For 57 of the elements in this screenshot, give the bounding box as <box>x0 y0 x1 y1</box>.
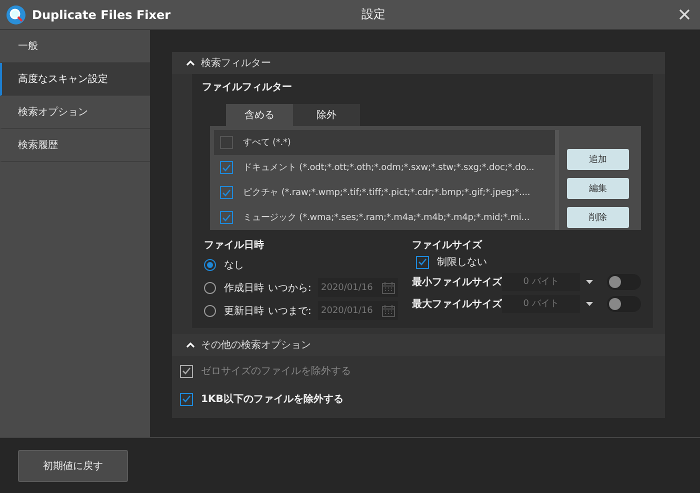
section-title: その他の検索オプション <box>201 338 311 352</box>
reset-button[interactable]: 初期値に戻す <box>18 450 128 482</box>
file-type-row[interactable]: ミュージック (*.wma;*.ses;*.ram;*.m4a;*.m4b;*.m4p;*.mid;*.mi... <box>214 205 555 230</box>
close-icon <box>679 9 690 20</box>
chevron-up-icon[interactable] <box>186 60 195 66</box>
size-label: 最大ファイルサイズ <box>412 298 502 310</box>
dropdown-caret-icon[interactable] <box>586 280 593 284</box>
checkbox[interactable] <box>220 161 233 174</box>
filter-action-button[interactable]: 編集 <box>567 178 629 199</box>
file-type-label: ピクチャ (*.raw;*.wmp;*.tif;*.tiff;*.pict;*.cdr;*.bmp;*.gif;*.jpeg;*.... <box>243 186 530 199</box>
app-name: Duplicate Files Fixer <box>32 8 172 22</box>
file-type-row[interactable]: すべて (*.*) <box>214 130 555 155</box>
checkbox-label: ゼロサイズのファイルを除外する <box>201 365 351 378</box>
sidebar-item[interactable]: 検索履歴 <box>0 129 150 162</box>
check-icon <box>418 258 427 266</box>
date-label: いつから: <box>268 282 312 294</box>
checkbox[interactable] <box>220 136 233 149</box>
radio-option[interactable]: 更新日時 <box>204 302 268 320</box>
file-type-label: ドキュメント (*.odt;*.ott;*.oth;*.odm;*.sxw;*.stw;*.sxg;*.doc;*.do... <box>243 162 534 174</box>
size-label: 最小ファイルサイズ <box>412 276 502 288</box>
file-type-label: すべて (*.*) <box>243 137 291 149</box>
check-icon <box>222 214 231 222</box>
checkbox[interactable] <box>220 186 233 199</box>
radio-option[interactable]: 作成日時 <box>204 278 268 296</box>
check-icon <box>182 367 191 375</box>
group-title: ファイルフィルター <box>202 82 292 93</box>
checkbox[interactable] <box>416 256 429 268</box>
dropdown-caret-icon[interactable] <box>586 302 593 306</box>
file-type-label: ミュージック (*.wma;*.ses;*.ram;*.m4a;*.m4b;*.m4p;*.mid;*.mi... <box>243 212 530 224</box>
sidebar-item[interactable]: 検索オプション <box>0 96 150 129</box>
group-title: ファイルサイズ <box>412 238 484 252</box>
chevron-up-icon[interactable] <box>186 342 195 348</box>
filter-action-button[interactable]: 削除 <box>567 207 629 228</box>
radio-button[interactable] <box>204 259 216 271</box>
toggle-switch[interactable] <box>607 296 641 312</box>
magnifier-logo-icon <box>6 4 26 24</box>
section-title: 検索フィルター <box>201 56 271 70</box>
date-label: いつまで: <box>268 304 312 318</box>
sidebar-item[interactable]: 高度なスキャン設定 <box>0 63 150 96</box>
checkbox[interactable] <box>180 392 193 406</box>
toggle-switch[interactable] <box>607 274 641 290</box>
filter-tab[interactable]: 含める <box>226 104 293 126</box>
radio-button[interactable] <box>204 304 216 316</box>
checkbox-label: 1KB以下のファイルを除外する <box>201 392 344 406</box>
check-icon <box>222 188 231 196</box>
group-title: ファイル日時 <box>204 238 265 252</box>
check-icon <box>222 164 231 172</box>
checkbox-label: 制限しない <box>437 256 487 269</box>
file-type-row[interactable]: ドキュメント (*.odt;*.ott;*.oth;*.odm;*.sxw;*.stw;*.sxg;*.doc;*.do... <box>214 155 555 180</box>
check-icon <box>182 395 191 403</box>
window-title: 設定 <box>360 6 386 23</box>
filter-tab[interactable]: 除外 <box>293 104 360 126</box>
radio-option[interactable]: なし <box>204 256 268 274</box>
filter-action-button[interactable]: 追加 <box>567 149 629 170</box>
radio-button[interactable] <box>204 282 216 294</box>
file-type-row[interactable]: ピクチャ (*.raw;*.wmp;*.tif;*.tiff;*.pict;*.cdr;*.bmp;*.gif;*.jpeg;*.... <box>214 180 555 205</box>
checkbox[interactable] <box>220 211 233 224</box>
